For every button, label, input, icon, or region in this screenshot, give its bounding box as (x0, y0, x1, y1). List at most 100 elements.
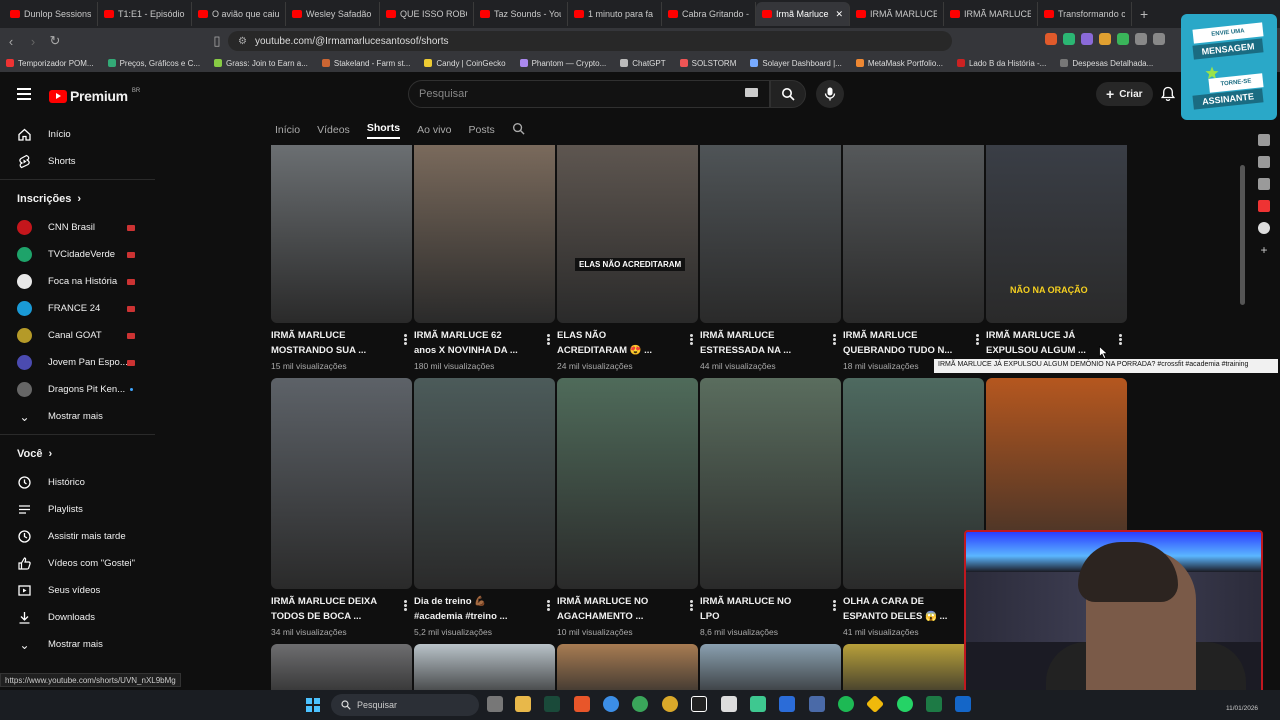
taskbar-date: 11/01/2026 (1226, 705, 1259, 712)
page-scrollbar[interactable] (1240, 165, 1245, 305)
short-title-line: LPO (700, 611, 720, 622)
short-title-line: IRMÃ MARLUCE (271, 330, 346, 341)
short-title-line: ELAS NÃO (557, 330, 607, 341)
short-title[interactable]: IRMÃ MARLUCE ESTRESSADA NA ... (700, 328, 824, 358)
short-views: 15 mil visualizações (271, 361, 347, 371)
short-title-line: Dia de treino 💪🏾 (414, 596, 487, 607)
windows-start-icon[interactable] (306, 698, 320, 712)
link-status-bar: https://www.youtube.com/shorts/UVN_nXL9b… (0, 673, 181, 687)
app-icon[interactable] (809, 696, 825, 712)
short-title[interactable]: OLHA A CARA DE ESPANTO DELES 😱 ... (843, 594, 967, 624)
short-title-line: ESTRESSADA NA ... (700, 345, 792, 356)
short-title-line: anos X NOVINHA DA ... (414, 345, 518, 356)
excel-icon[interactable] (926, 696, 942, 712)
thumbnail-caption: ELAS NÃO ACREDITARAM (575, 258, 686, 271)
short-title-line: QUEBRANDO TUDO N... (843, 345, 953, 356)
short-title-line: TODOS DE BOCA ... (271, 611, 362, 622)
more-options-icon[interactable] (690, 334, 693, 345)
short-title[interactable]: IRMÃ MARLUCE MOSTRANDO SUA ... (271, 328, 395, 358)
short-views: 10 mil visualizações (557, 627, 633, 637)
ad-line-4: ASSINANTE (1192, 88, 1264, 110)
spotify-icon[interactable] (838, 696, 854, 712)
more-options-icon[interactable] (1119, 334, 1122, 345)
short-thumbnail[interactable]: NÃO NA ORAÇÃO (986, 145, 1127, 323)
more-options-icon[interactable] (976, 334, 979, 345)
short-title-line: IRMÃ MARLUCE JÁ (986, 330, 1076, 341)
more-options-icon[interactable] (404, 334, 407, 345)
short-title-line: ESPANTO DELES 😱 ... (843, 611, 948, 622)
short-thumbnail[interactable] (271, 145, 412, 323)
short-views: 24 mil visualizações (557, 361, 633, 371)
file-explorer-icon[interactable] (515, 696, 531, 712)
short-thumbnail[interactable] (700, 378, 841, 589)
short-title-line: IRMÃ MARLUCE NO (557, 596, 649, 607)
chrome-icon[interactable] (662, 696, 678, 712)
short-thumbnail[interactable] (414, 145, 555, 323)
side-panel-icon[interactable] (1258, 222, 1270, 234)
short-views: 180 mil visualizações (414, 361, 495, 371)
app-icon[interactable] (750, 696, 766, 712)
short-thumbnail[interactable] (557, 378, 698, 589)
short-title-line: MOSTRANDO SUA ... (271, 345, 367, 356)
short-title-line: IRMÃ MARLUCE 62 (414, 330, 502, 341)
more-options-icon[interactable] (690, 600, 693, 611)
side-panel-icon[interactable] (1258, 156, 1270, 168)
short-title[interactable]: IRMÃ MARLUCE JÁ EXPULSOU ALGUM ... (986, 328, 1110, 358)
short-title-line: IRMÃ MARLUCE DEIXA (271, 596, 378, 607)
side-panel-icon[interactable] (1258, 178, 1270, 190)
short-thumbnail[interactable] (414, 378, 555, 589)
terminal-icon[interactable] (544, 696, 560, 712)
short-views: 34 mil visualizações (271, 627, 347, 637)
short-thumbnail[interactable]: ELAS NÃO ACREDITARAM (557, 145, 698, 323)
short-title-line: AGACHAMENTO ... (557, 611, 644, 622)
chrome-icon[interactable] (603, 696, 619, 712)
short-title-line: #academia #treino ... (414, 611, 508, 622)
more-options-icon[interactable] (833, 600, 836, 611)
windows-taskbar: Pesquisar (0, 690, 1280, 720)
short-title[interactable]: IRMÃ MARLUCE NO LPO (700, 594, 824, 624)
add-side-icon[interactable]: + (1258, 244, 1270, 256)
more-options-icon[interactable] (833, 334, 836, 345)
webcam-overlay (964, 530, 1263, 700)
short-title[interactable]: ELAS NÃO ACREDITARAM 😍 ... (557, 328, 681, 358)
short-title-line: IRMÃ MARLUCE (843, 330, 918, 341)
short-title-line: ACREDITARAM 😍 ... (557, 345, 653, 356)
side-panel-icon[interactable] (1258, 134, 1270, 146)
short-views: 5,2 mil visualizações (414, 627, 492, 637)
short-title-line: EXPULSOU ALGUM ... (986, 345, 1086, 356)
short-title-line: IRMÃ MARLUCE NO (700, 596, 792, 607)
app-icon[interactable] (779, 696, 795, 712)
short-title[interactable]: IRMÃ MARLUCE QUEBRANDO TUDO N... (843, 328, 967, 358)
short-title-line: IRMÃ MARLUCE (700, 330, 775, 341)
short-title[interactable]: IRMÃ MARLUCE DEIXA TODOS DE BOCA ... (271, 594, 395, 624)
youtube-side-icon[interactable] (1258, 200, 1270, 212)
title-tooltip: IRMÃ MARLUCE JÁ EXPULSOU ALGUM DEMÔNIO N… (934, 359, 1278, 373)
short-title-line: OLHA A CARA DE (843, 596, 924, 607)
notes-icon[interactable] (721, 696, 737, 712)
short-views: 18 mil visualizações (843, 361, 919, 371)
short-title[interactable]: Dia de treino 💪🏾 #academia #treino ... (414, 594, 538, 624)
short-views: 44 mil visualizações (700, 361, 776, 371)
short-title[interactable]: IRMÃ MARLUCE 62 anos X NOVINHA DA ... (414, 328, 538, 358)
short-views: 8,6 mil visualizações (700, 627, 778, 637)
chrome-icon[interactable] (632, 696, 648, 712)
short-thumbnail[interactable] (843, 145, 984, 323)
whatsapp-icon[interactable] (897, 696, 913, 712)
short-title[interactable]: IRMÃ MARLUCE NO AGACHAMENTO ... (557, 594, 681, 624)
more-options-icon[interactable] (547, 600, 550, 611)
short-thumbnail[interactable] (700, 145, 841, 323)
taskbar-search[interactable]: Pesquisar (331, 694, 479, 716)
thumbnail-caption: NÃO NA ORAÇÃO (1010, 285, 1088, 295)
outlook-icon[interactable] (955, 696, 971, 712)
short-thumbnail[interactable] (843, 378, 984, 589)
binance-icon[interactable] (865, 694, 885, 714)
browser-side-rail: + (1248, 118, 1280, 318)
more-options-icon[interactable] (547, 334, 550, 345)
short-thumbnail[interactable] (271, 378, 412, 589)
task-view-icon[interactable] (487, 696, 503, 712)
capcut-icon[interactable] (691, 696, 707, 712)
short-views: 41 mil visualizações (843, 627, 919, 637)
more-options-icon[interactable] (404, 600, 407, 611)
mouse-cursor-icon (1099, 346, 1108, 359)
brave-icon[interactable] (574, 696, 590, 712)
